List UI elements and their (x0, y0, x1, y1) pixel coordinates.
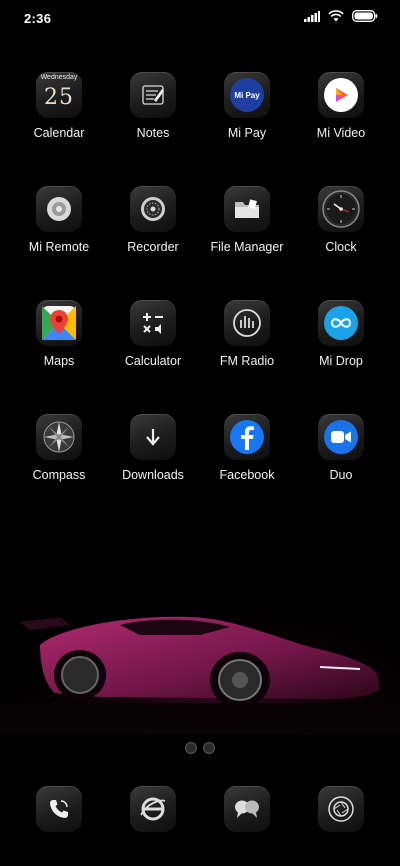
downloads-icon (130, 414, 176, 460)
app-mi-pay[interactable]: Mi Pay Mi Pay (200, 72, 294, 140)
app-calculator[interactable]: Calculator (106, 300, 200, 368)
app-label: Mi Video (316, 126, 366, 140)
app-label: Mi Pay (227, 126, 267, 140)
fm-radio-icon (224, 300, 270, 346)
browser-icon[interactable] (130, 786, 176, 832)
mi-pay-logo-text: Mi Pay (234, 90, 260, 100)
wifi-icon (328, 10, 344, 22)
app-label: Downloads (122, 468, 184, 482)
recorder-icon (130, 186, 176, 232)
calendar-icon: Wednesday 25 (36, 72, 82, 118)
app-calendar[interactable]: Wednesday 25 Calendar (12, 72, 106, 140)
file-manager-icon (224, 186, 270, 232)
battery-icon (352, 10, 378, 22)
app-label: Duo (329, 468, 353, 482)
signal-icon (304, 10, 320, 22)
app-maps[interactable]: Maps (12, 300, 106, 368)
compass-icon (36, 414, 82, 460)
app-duo[interactable]: Duo (294, 414, 388, 482)
app-recorder[interactable]: Recorder (106, 186, 200, 254)
app-clock[interactable]: Clock (294, 186, 388, 254)
app-label: Facebook (219, 468, 275, 482)
status-bar: 2:36 (0, 0, 400, 36)
app-label: Calendar (33, 126, 85, 140)
camera-icon[interactable] (318, 786, 364, 832)
app-notes[interactable]: Notes (106, 72, 200, 140)
calculator-icon (130, 300, 176, 346)
app-file-manager[interactable]: File Manager (200, 186, 294, 254)
page-dot[interactable] (203, 742, 215, 754)
app-label: Calculator (124, 354, 182, 368)
messages-icon[interactable] (224, 786, 270, 832)
calendar-day: Wednesday (40, 74, 78, 81)
mi-drop-icon (318, 300, 364, 346)
page-indicator (0, 742, 400, 754)
app-label: Notes (136, 126, 170, 140)
facebook-icon (224, 414, 270, 460)
mi-video-icon (318, 72, 364, 118)
app-label: Maps (43, 354, 75, 368)
app-label: File Manager (210, 240, 284, 254)
app-label: FM Radio (219, 354, 275, 368)
app-label: Compass (32, 468, 86, 482)
wallpaper-car-image (0, 585, 400, 735)
app-label: Mi Drop (319, 354, 363, 368)
maps-icon (36, 300, 82, 346)
status-time: 2:36 (24, 11, 52, 26)
app-label: Recorder (127, 240, 179, 254)
phone-icon[interactable] (36, 786, 82, 832)
app-mi-remote[interactable]: Mi Remote (12, 186, 106, 254)
clock-icon (318, 186, 364, 232)
mi-pay-icon: Mi Pay (224, 72, 270, 118)
app-downloads[interactable]: Downloads (106, 414, 200, 482)
dock (0, 786, 400, 832)
app-label: Mi Remote (28, 240, 90, 254)
mi-remote-icon (36, 186, 82, 232)
page-dot[interactable] (185, 742, 197, 754)
app-mi-video[interactable]: Mi Video (294, 72, 388, 140)
app-fm-radio[interactable]: FM Radio (200, 300, 294, 368)
calendar-date: 25 (44, 85, 74, 110)
app-mi-drop[interactable]: Mi Drop (294, 300, 388, 368)
notes-icon (130, 72, 176, 118)
status-icons (304, 10, 378, 22)
duo-icon (318, 414, 364, 460)
app-compass[interactable]: Compass (12, 414, 106, 482)
app-facebook[interactable]: Facebook (200, 414, 294, 482)
app-label: Clock (325, 240, 357, 254)
